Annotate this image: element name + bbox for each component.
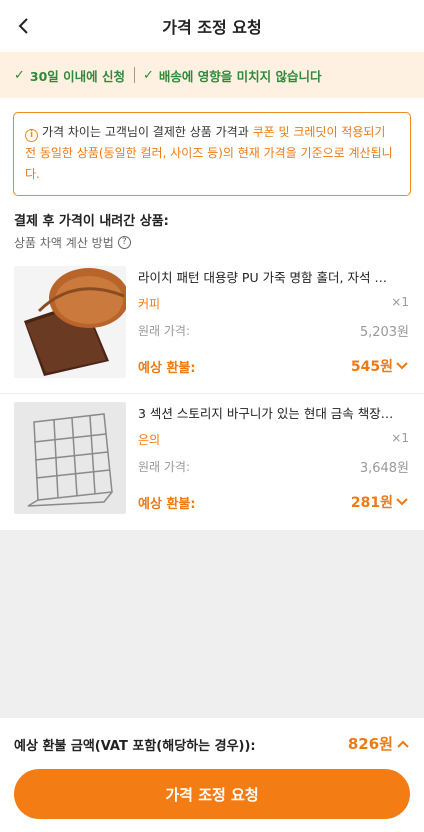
product-image-card-holder[interactable] xyxy=(14,266,126,378)
submit-price-adjustment-button[interactable]: 가격 조정 요청 xyxy=(14,769,410,819)
refund-price: 545원 xyxy=(350,359,393,375)
back-button[interactable] xyxy=(10,12,38,40)
product-quantity: ×1 xyxy=(391,431,409,445)
total-refund-value: 826원 xyxy=(347,735,393,753)
chevron-up-icon xyxy=(397,740,409,748)
banner-divider xyxy=(134,67,136,83)
product-image-bookshelf[interactable] xyxy=(14,402,126,514)
chevron-left-icon xyxy=(18,18,28,34)
calc-method-label: 상품 차액 계산 방법 xyxy=(14,236,114,250)
product-variant: 은의 xyxy=(138,433,161,447)
banner-item-30days: 30일 이내에 신청 xyxy=(29,68,126,84)
original-price: 5,203원 xyxy=(359,325,409,340)
section-title: 결제 후 가격이 내려간 상품: xyxy=(14,214,169,229)
refund-price-toggle[interactable]: 545원 xyxy=(351,356,409,376)
chevron-down-icon xyxy=(396,362,408,370)
product-item[interactable]: 라이치 패턴 대용량 PU 가죽 명함 홀더, 자석 … 커피 ×1 원래 가격… xyxy=(0,266,424,382)
product-quantity: ×1 xyxy=(391,295,409,309)
price-notice: i 가격 차이는 고객님이 결제한 상품 가격과 쿠폰 및 크레딧이 적용되기 전… xyxy=(13,112,411,196)
total-refund-label: 예상 환불 금액(VAT 포함(해당하는 경우)): xyxy=(14,739,256,754)
original-price: 3,648원 xyxy=(359,461,409,476)
original-price-label: 원래 가격: xyxy=(138,460,191,474)
footer-bar: 예상 환불 금액(VAT 포함(해당하는 경우)): 826원 가격 조정 요청 xyxy=(0,718,424,832)
check-icon: ✓ xyxy=(14,67,25,83)
refund-label: 예상 환불: xyxy=(138,497,196,512)
header: 가격 조정 요청 xyxy=(0,0,424,52)
check-icon: ✓ xyxy=(143,67,154,83)
calc-method-link[interactable]: 상품 차액 계산 방법 ? xyxy=(14,234,131,251)
notice-text: 가격 차이는 고객님이 결제한 상품 가격과 xyxy=(42,125,253,139)
chevron-down-icon xyxy=(396,498,408,506)
original-price-label: 원래 가격: xyxy=(138,324,191,338)
product-name: 3 섹션 스토리지 바구니가 있는 현대 금속 책장… xyxy=(138,406,394,421)
refund-price-toggle[interactable]: 281원 xyxy=(351,492,409,512)
help-icon[interactable]: ? xyxy=(117,236,131,249)
refund-label: 예상 환불: xyxy=(138,361,196,376)
page-title: 가격 조정 요청 xyxy=(162,18,262,37)
main-content: i 가격 차이는 고객님이 결제한 상품 가격과 쿠폰 및 크레딧이 적용되기 전… xyxy=(0,98,424,530)
refund-price: 281원 xyxy=(350,495,393,511)
product-variant: 커피 xyxy=(138,297,161,311)
info-icon: i xyxy=(25,129,38,142)
product-item[interactable]: 3 섹션 스토리지 바구니가 있는 현대 금속 책장… 은의 ×1 원래 가격:… xyxy=(0,402,424,518)
guarantee-banner: ✓ 30일 이내에 신청 ✓ 배송에 영향을 미치지 않습니다 xyxy=(0,52,424,98)
banner-item-shipping: 배송에 영향을 미치지 않습니다 xyxy=(158,68,322,84)
total-refund-toggle[interactable]: 826원 xyxy=(348,733,410,754)
product-name: 라이치 패턴 대용량 PU 가죽 명함 홀더, 자석 … xyxy=(138,270,387,285)
divider xyxy=(0,393,424,394)
